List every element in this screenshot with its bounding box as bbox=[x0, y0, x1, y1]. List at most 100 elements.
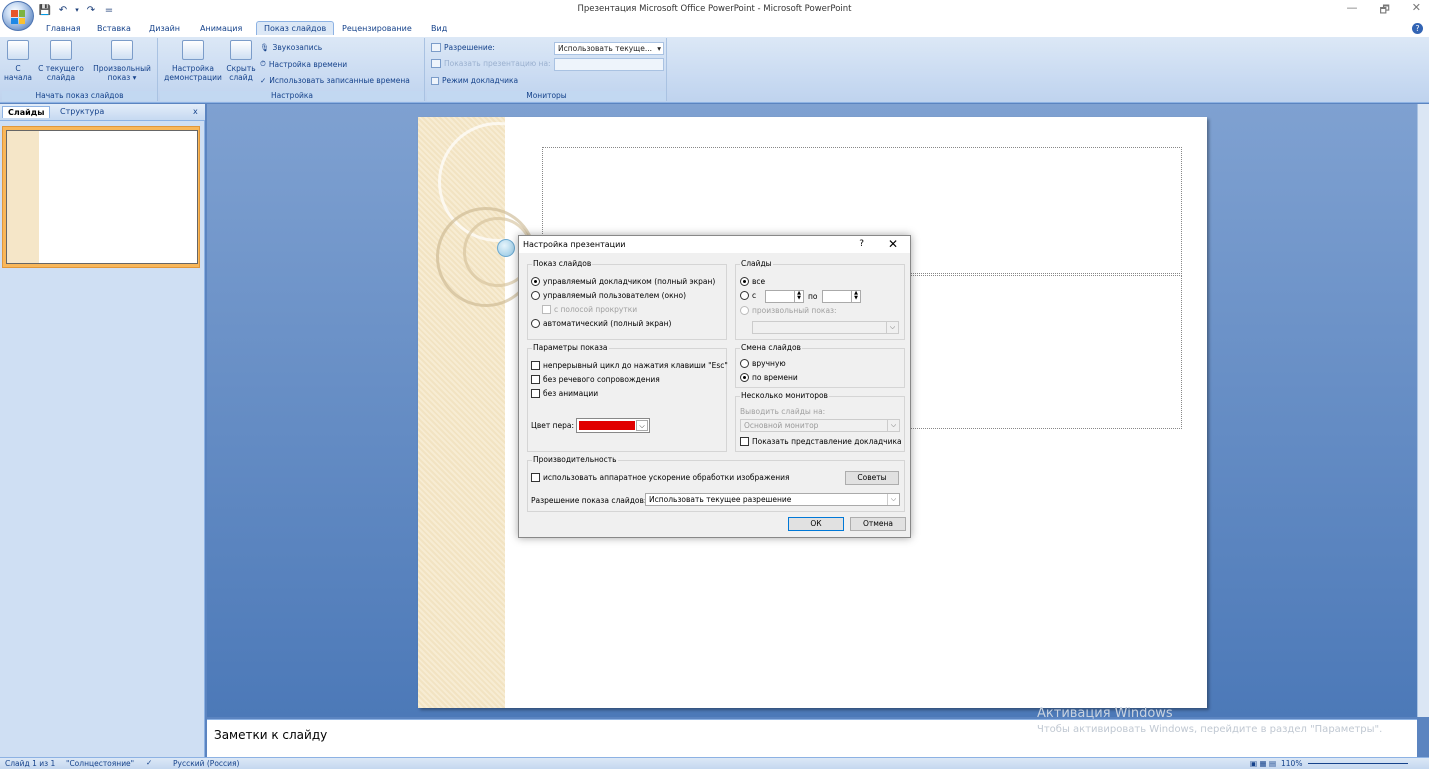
thumbnail-decor bbox=[7, 131, 39, 263]
no-narration-label: без речевого сопровождения bbox=[543, 375, 660, 384]
tips-button[interactable]: Советы bbox=[845, 471, 899, 485]
vertical-scrollbar[interactable] bbox=[1417, 104, 1429, 717]
ok-button[interactable]: ОК bbox=[788, 517, 844, 531]
record-narration-button[interactable]: 🎙 Звукозапись bbox=[260, 43, 322, 52]
tab-animation[interactable]: Анимация bbox=[200, 24, 242, 33]
hide-slide-button[interactable]: Скрыть слайд bbox=[226, 40, 256, 82]
slideshow-setup-dialog: Настройка презентации ? ✕ Показ слайдов … bbox=[518, 235, 911, 538]
from-beginning-label-2: начала bbox=[4, 73, 32, 82]
resolution-dropdown[interactable]: Использовать текуще... ▾ bbox=[554, 42, 664, 55]
presenter-view-dialog-checkbox[interactable]: Показать представление докладчика bbox=[740, 437, 902, 446]
radio-manual-label: вручную bbox=[752, 359, 786, 368]
view-buttons-icon[interactable]: ▣ ▦ ▤ bbox=[1250, 759, 1276, 768]
status-language[interactable]: Русский (Россия) bbox=[173, 759, 239, 768]
office-logo-icon bbox=[11, 10, 25, 24]
setup-show-button[interactable]: Настройка демонстрации bbox=[164, 40, 222, 82]
presenter-view-checkbox[interactable]: Режим докладчика bbox=[431, 76, 518, 85]
slides-range-group: Слайды все с ▲ ▼ по ▲ ▼ произвольный показ… bbox=[735, 259, 905, 340]
radio-kiosk[interactable]: автоматический (полный экран) bbox=[531, 319, 671, 328]
chevron-down-icon: ▾ bbox=[657, 44, 661, 53]
slide-thumbnail[interactable] bbox=[2, 126, 200, 268]
status-theme: "Солнцестояние" bbox=[66, 759, 135, 768]
save-icon[interactable]: 💾 bbox=[38, 5, 52, 16]
radio-individual[interactable]: управляемый пользователем (окно) bbox=[531, 291, 686, 300]
to-spinner[interactable]: ▲ ▼ bbox=[822, 290, 861, 303]
zoom-level[interactable]: 110% bbox=[1281, 759, 1302, 768]
loop-label: непрерывный цикл до нажатия клавиши "Esc… bbox=[543, 361, 728, 370]
undo-icon[interactable]: ↶ bbox=[56, 5, 70, 16]
radio-presenter[interactable]: управляемый докладчиком (полный экран) bbox=[531, 277, 715, 286]
tab-slideshow[interactable]: Показ слайдов bbox=[256, 21, 335, 35]
monitors-group: Несколько мониторов Выводить слайды на: … bbox=[735, 391, 905, 452]
tab-view[interactable]: Вид bbox=[431, 24, 447, 33]
dialog-help-icon[interactable]: ? bbox=[859, 239, 864, 249]
status-slide: Слайд 1 из 1 bbox=[5, 759, 56, 768]
resolution-label-row: Разрешение: bbox=[431, 43, 495, 52]
from-current-label-2: слайда bbox=[46, 73, 76, 82]
checkmark-icon: ✓ bbox=[260, 76, 267, 85]
tab-insert[interactable]: Вставка bbox=[97, 24, 131, 33]
zoom-slider[interactable] bbox=[1308, 763, 1408, 764]
redo-icon[interactable]: ↷ bbox=[84, 5, 98, 16]
radio-presenter-label: управляемый докладчиком (полный экран) bbox=[543, 277, 716, 286]
help-icon[interactable]: ? bbox=[1412, 23, 1423, 34]
radio-timings[interactable]: по времени bbox=[740, 373, 798, 382]
ribbon: С начала С текущего слайда Произвольный … bbox=[0, 37, 1429, 103]
tab-outline[interactable]: Структура bbox=[55, 106, 109, 117]
presenter-view-label: Режим докладчика bbox=[442, 76, 519, 85]
from-current-button[interactable]: С текущего слайда bbox=[36, 40, 86, 82]
radio-from[interactable]: с bbox=[740, 291, 756, 300]
presenter-view-dialog-label: Показать представление докладчика bbox=[752, 437, 902, 446]
monitor-dropdown[interactable]: Основной монитор ⌵ bbox=[740, 419, 900, 432]
from-current-label-1: С текущего bbox=[38, 64, 84, 73]
spinner-arrows-icon[interactable]: ▲ ▼ bbox=[794, 291, 803, 302]
dialog-close-icon[interactable]: ✕ bbox=[888, 237, 898, 251]
show-type-label: Показ слайдов bbox=[532, 259, 593, 268]
tab-home[interactable]: Главная bbox=[46, 24, 81, 33]
pen-color-picker[interactable]: ⌵ bbox=[576, 418, 650, 433]
radio-manual[interactable]: вручную bbox=[740, 359, 786, 368]
hide-slide-label-2: слайд bbox=[229, 73, 253, 82]
minimize-button[interactable]: — bbox=[1346, 1, 1357, 20]
custom-show-dropdown[interactable]: ⌵ bbox=[752, 321, 899, 334]
slideshow-current-icon bbox=[50, 40, 72, 60]
customize-qat-icon[interactable]: = bbox=[102, 5, 116, 16]
loop-checkbox[interactable]: непрерывный цикл до нажатия клавиши "Esc… bbox=[531, 361, 728, 370]
spinner-arrows-icon[interactable]: ▲ ▼ bbox=[851, 291, 860, 302]
slideshow-resolution-dropdown[interactable]: Использовать текущее разрешение ⌵ bbox=[645, 493, 900, 506]
from-beginning-button[interactable]: С начала bbox=[4, 40, 32, 82]
close-window-button[interactable]: ✕ bbox=[1412, 1, 1421, 20]
to-label: по bbox=[808, 292, 818, 301]
chevron-down-icon: ⌵ bbox=[887, 420, 899, 431]
undo-dropdown-icon[interactable]: ▾ bbox=[74, 6, 80, 14]
panel-tabs: Слайды Структура x bbox=[0, 104, 205, 121]
radio-all[interactable]: все bbox=[740, 277, 765, 286]
hw-accel-check bbox=[531, 473, 540, 482]
tab-review[interactable]: Рецензирование bbox=[342, 24, 412, 33]
slide-thumbnail-preview bbox=[6, 130, 198, 264]
from-spinner[interactable]: ▲ ▼ bbox=[765, 290, 804, 303]
ribbon-tabs: Главная Вставка Дизайн Анимация Показ сл… bbox=[0, 20, 1429, 37]
show-on-dropdown[interactable] bbox=[554, 58, 664, 71]
no-narration-checkbox[interactable]: без речевого сопровождения bbox=[531, 375, 660, 384]
spellcheck-icon[interactable]: ✓ bbox=[146, 758, 152, 767]
panel-close-icon[interactable]: x bbox=[188, 106, 203, 117]
use-timings-checkbox[interactable]: ✓ Использовать записанные времена bbox=[260, 76, 410, 85]
hw-accel-checkbox[interactable]: использовать аппаратное ускорение обрабо… bbox=[531, 473, 790, 482]
no-animation-checkbox[interactable]: без анимации bbox=[531, 389, 598, 398]
custom-show-button[interactable]: Произвольный показ ▾ bbox=[90, 40, 154, 82]
rehearse-timings-button[interactable]: ⏱ Настройка времени bbox=[260, 59, 347, 69]
tab-design[interactable]: Дизайн bbox=[149, 24, 180, 33]
office-button[interactable] bbox=[2, 1, 34, 31]
tab-slides[interactable]: Слайды bbox=[2, 106, 51, 118]
custom-show-label-1: Произвольный bbox=[93, 64, 151, 73]
display-on-label: Выводить слайды на: bbox=[740, 407, 826, 416]
resolution-label: Разрешение: bbox=[444, 43, 495, 52]
restore-button[interactable]: 🗗 bbox=[1379, 1, 1389, 20]
show-on-label-row: Показать презентацию на: bbox=[431, 59, 551, 68]
radio-custom[interactable]: произвольный показ: bbox=[740, 306, 837, 315]
scrollbar-checkbox[interactable]: с полосой прокрутки bbox=[542, 305, 637, 314]
cancel-button[interactable]: Отмена bbox=[850, 517, 906, 531]
title-bar: Презентация Microsoft Office PowerPoint … bbox=[0, 0, 1429, 20]
activation-watermark-title: Активация Windows bbox=[1037, 706, 1173, 721]
